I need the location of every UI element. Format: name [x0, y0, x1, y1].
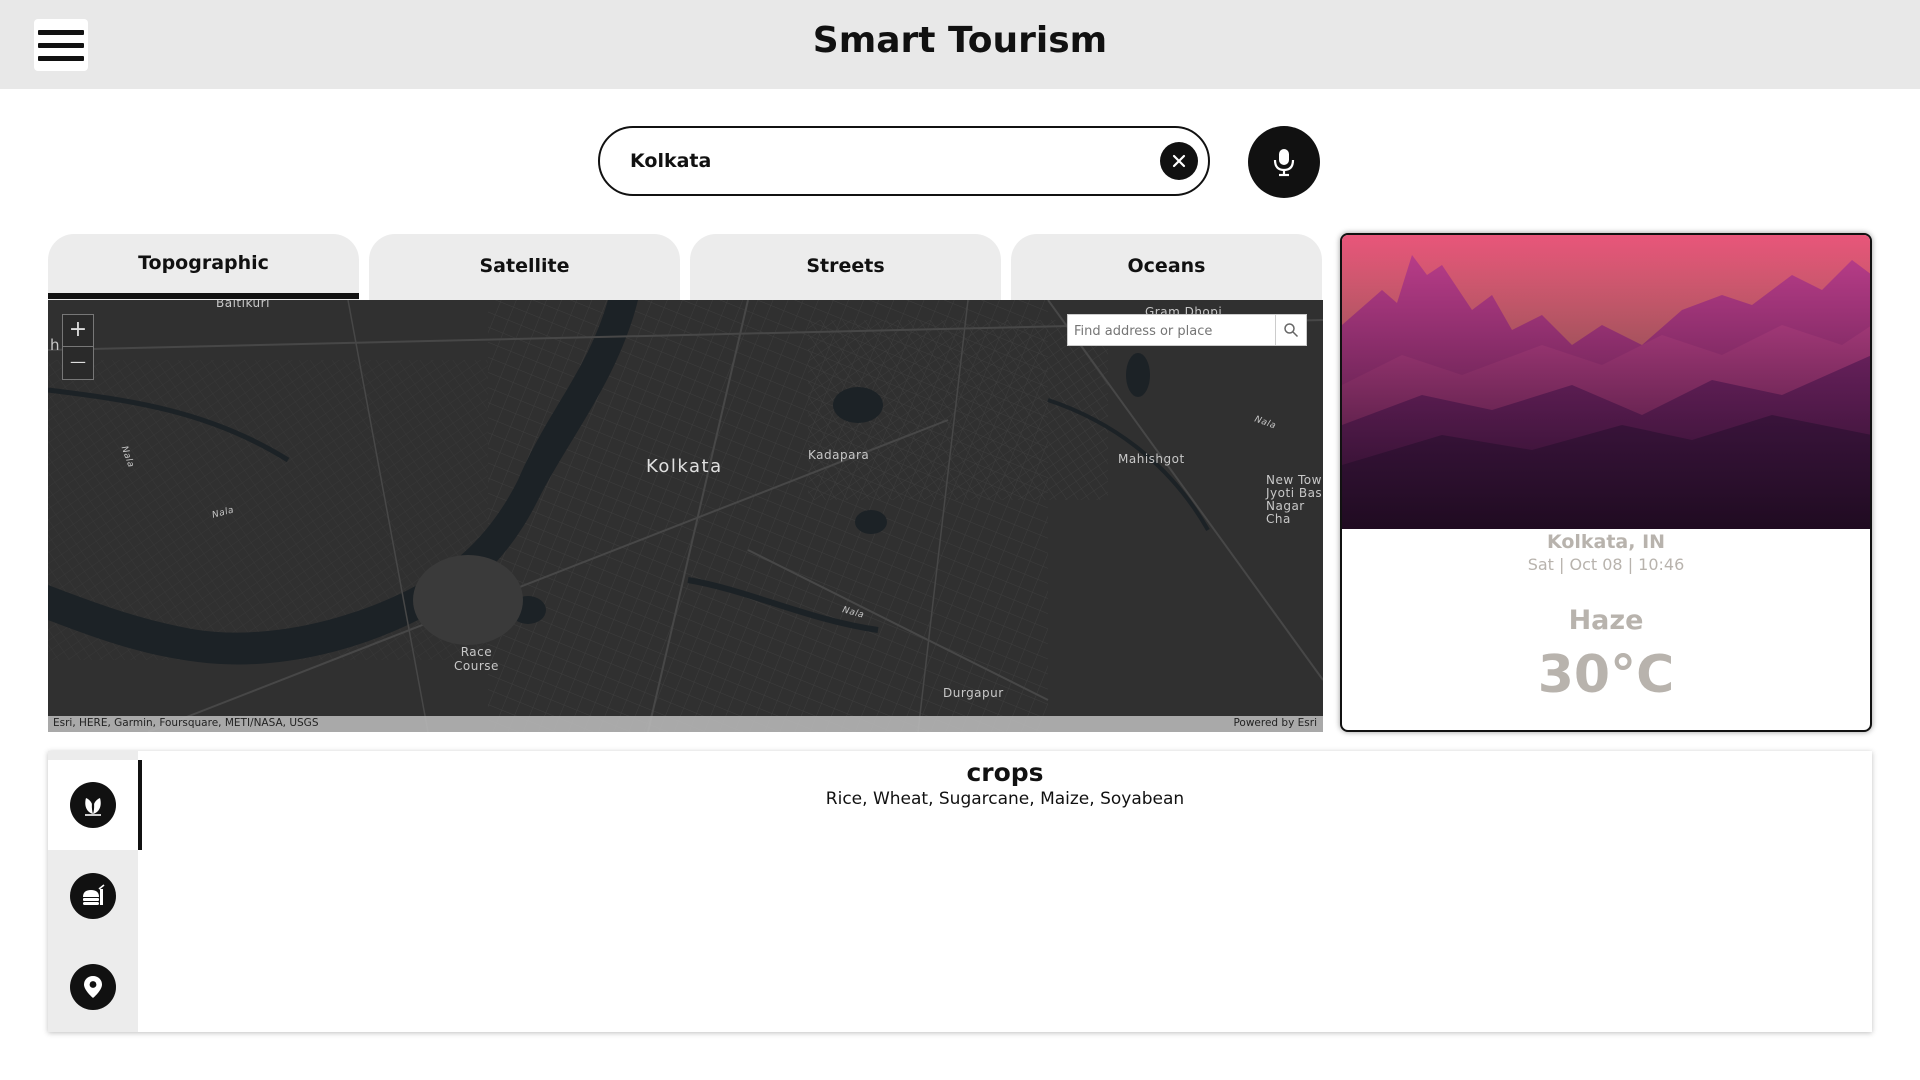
powered-by-esri[interactable]: Powered by Esri	[1233, 717, 1317, 729]
info-text: Rice, Wheat, Sugarcane, Maize, Soyabean	[825, 789, 1185, 809]
weather-temperature: 30°C	[1537, 645, 1675, 705]
weather-card: Kolkata, IN Sat | Oct 08 | 10:46 Haze 30…	[1340, 233, 1872, 732]
map-label-baltikuri: Baltikuri	[216, 300, 270, 310]
sidebar-item-crops[interactable]	[48, 760, 142, 850]
attribution-text: Esri, HERE, Garmin, Foursquare, METI/NAS…	[53, 717, 319, 729]
map-search-widget	[1067, 314, 1307, 346]
map-search-input[interactable]	[1074, 321, 1270, 341]
search-input[interactable]	[630, 142, 1130, 180]
search-icon	[1284, 323, 1299, 338]
map-label-durgapur: Durgapur	[943, 686, 1004, 700]
map-search-button[interactable]	[1275, 315, 1306, 345]
weather-landscape-image	[1342, 235, 1870, 529]
zoom-out-button[interactable]: —	[63, 347, 93, 378]
zoom-control: + —	[62, 314, 94, 380]
voice-search-button[interactable]	[1248, 126, 1320, 198]
map-view[interactable]: Kolkata Kadapara Mahishgot New Tow Jyoti…	[48, 300, 1323, 732]
tab-topographic[interactable]: Topographic	[48, 234, 359, 300]
microphone-icon	[1273, 149, 1295, 177]
close-icon	[1172, 154, 1186, 168]
top-bar: Smart Tourism	[0, 0, 1920, 89]
sidebar-item-places[interactable]	[48, 942, 138, 1032]
tab-streets[interactable]: Streets	[690, 234, 1001, 300]
leaf-icon	[70, 782, 116, 828]
active-tab-indicator	[48, 293, 359, 299]
map-label-kolkata: Kolkata	[646, 456, 723, 477]
map-attribution: Esri, HERE, Garmin, Foursquare, METI/NAS…	[48, 716, 1323, 732]
weather-datetime: Sat | Oct 08 | 10:46	[1527, 555, 1685, 574]
sidebar-item-food[interactable]	[48, 851, 138, 941]
weather-location: Kolkata, IN	[1546, 531, 1666, 553]
info-sidebar	[48, 751, 142, 1032]
map-label-race-course: Race Course	[454, 645, 499, 673]
map-label-new-town: New Tow Jyoti Bas Nagar Cha	[1266, 473, 1323, 526]
search-box	[598, 126, 1210, 196]
app-title: Smart Tourism	[812, 20, 1108, 61]
info-panel: crops Rice, Wheat, Sugarcane, Maize, Soy…	[48, 751, 1872, 1032]
weather-condition: Haze	[1568, 605, 1644, 636]
clear-search-button[interactable]	[1160, 142, 1198, 180]
map-label-edge: h	[50, 336, 61, 354]
tab-oceans[interactable]: Oceans	[1011, 234, 1322, 300]
map-label-kadapara: Kadapara	[808, 448, 870, 462]
tab-satellite[interactable]: Satellite	[369, 234, 680, 300]
location-pin-icon	[70, 964, 116, 1010]
food-icon	[70, 873, 116, 919]
zoom-in-button[interactable]: +	[63, 315, 93, 347]
map-base-layer	[48, 300, 1323, 732]
info-title: crops	[966, 758, 1044, 787]
map-label-mahishgot: Mahishgot	[1118, 452, 1185, 466]
